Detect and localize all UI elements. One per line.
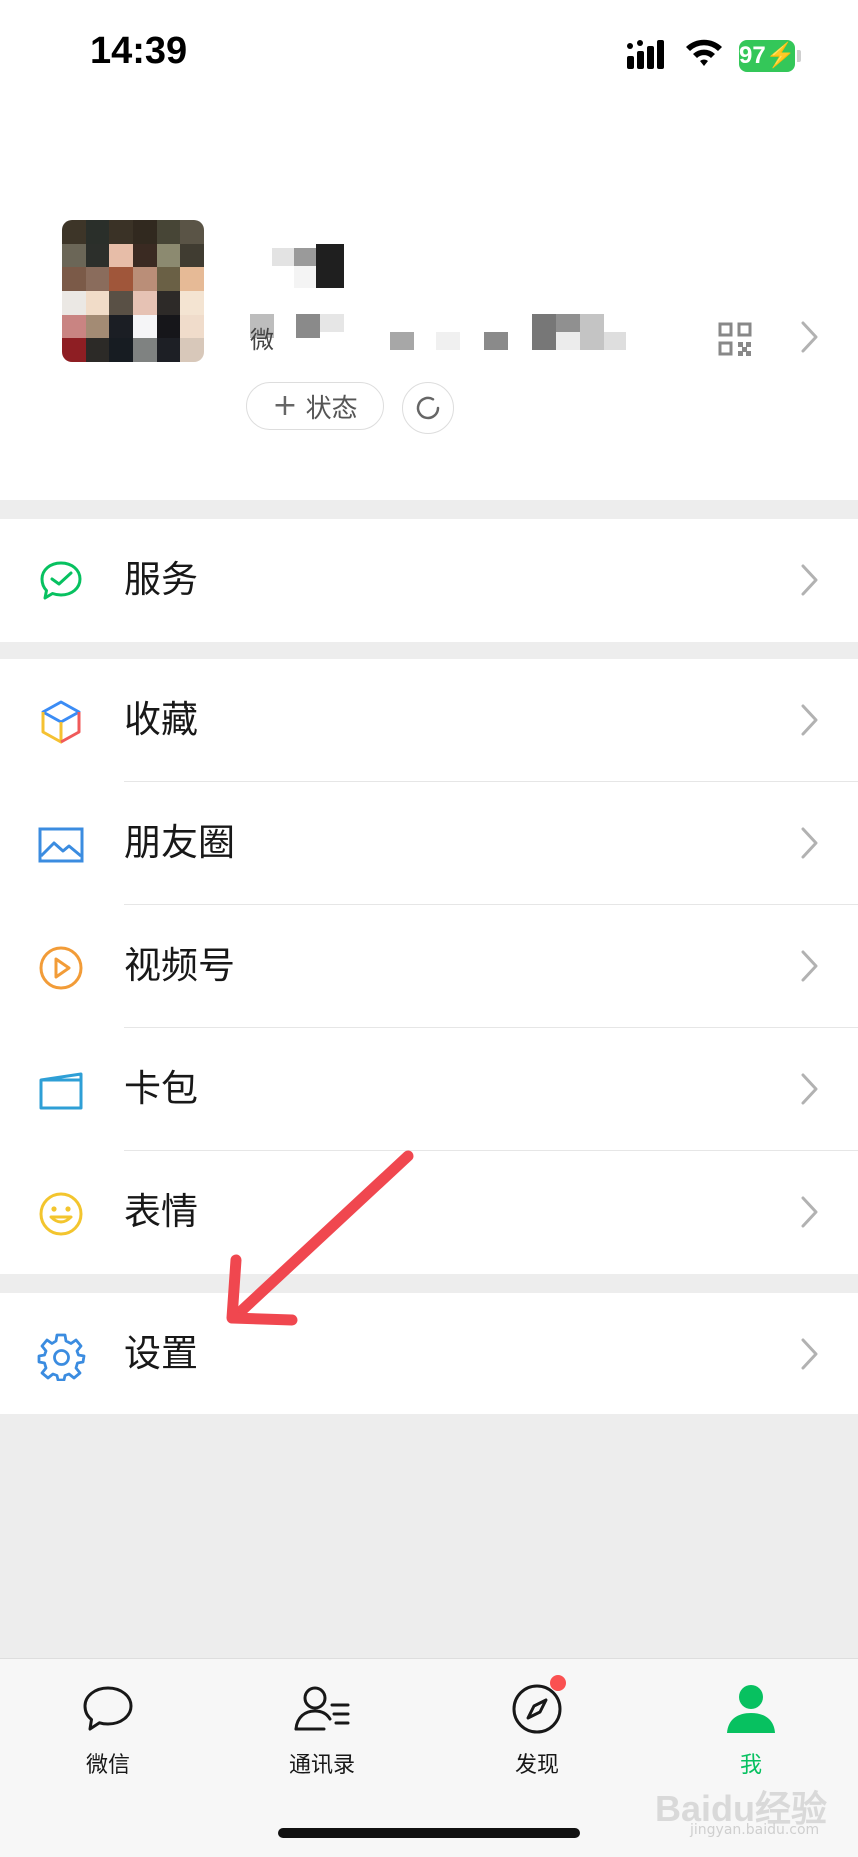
menu-label-stickers: 表情 [124,1190,198,1233]
menu-group-main: 收藏 朋友圈 视频号 卡包 表情 [0,659,858,1274]
contacts-icon [294,1686,350,1731]
chevron-right-icon [801,564,818,596]
qr-code-icon[interactable] [718,322,752,356]
tab-label-chats: 微信 [85,1753,130,1778]
menu-item-moments[interactable]: 朋友圈 [0,782,858,905]
menu-label-favorites: 收藏 [124,698,198,741]
profile-header[interactable]: 微 + 状态 [0,110,858,500]
channels-play-icon [39,946,83,990]
menu-item-service[interactable]: 服务 [0,519,858,642]
battery-tip [797,50,801,62]
battery-indicator: 97⚡ [739,40,796,72]
menu-label-moments: 朋友圈 [124,821,235,864]
menu-label-service: 服务 [124,558,198,601]
menu-label-cards: 卡包 [124,1067,198,1110]
menu-item-stickers[interactable]: 表情 [0,1151,858,1274]
refresh-ring-icon [416,396,440,420]
add-status-button[interactable]: + 状态 [246,382,384,430]
status-circle-button[interactable] [402,382,454,434]
avatar[interactable] [62,220,204,362]
menu-group-settings: 设置 [0,1293,858,1414]
tab-label-me: 我 [739,1753,762,1778]
home-indicator[interactable] [278,1828,580,1838]
tab-label-contacts: 通讯录 [288,1753,355,1778]
chevron-right-icon [801,321,818,353]
menu-item-settings[interactable]: 设置 [0,1293,858,1414]
menu-item-cards[interactable]: 卡包 [0,1028,858,1151]
card-wallet-icon [39,1072,83,1110]
gear-icon [37,1333,86,1381]
wifi-icon [686,39,722,66]
wechat-id-redacted [250,314,626,350]
wechat-id-prefix: 微 [250,326,274,354]
chevron-right-icon [801,950,818,982]
service-icon [40,561,82,600]
tab-me[interactable]: 我 [681,1681,821,1779]
tab-contacts[interactable]: 通讯录 [252,1681,392,1779]
chevron-right-icon [801,1338,818,1370]
chevron-right-icon [801,704,818,736]
nickname-redacted [272,244,344,288]
tab-label-discover: 发现 [514,1753,559,1778]
menu-label-settings: 设置 [124,1332,198,1375]
tab-chats[interactable]: 微信 [38,1681,178,1779]
cellular-signal-icon [627,40,664,69]
tab-discover[interactable]: 发现 [467,1675,607,1779]
menu-item-favorites[interactable]: 收藏 [0,659,858,782]
charging-bolt-icon: ⚡ [765,42,796,69]
menu-item-channels[interactable]: 视频号 [0,905,858,1028]
notification-dot [550,1675,566,1691]
clock: 14:39 [90,30,188,72]
battery-level: 97 [739,42,766,69]
status-label: 状态 [305,393,358,424]
menu-label-channels: 视频号 [124,944,235,987]
chat-bubble-icon [83,1686,133,1731]
status-bar: 14:39 97⚡ [0,0,858,110]
favorites-cube-icon [41,700,81,744]
plus-icon: + [272,388,298,423]
menu-group-service: 服务 [0,519,858,642]
moments-image-icon [38,827,84,863]
chevron-right-icon [801,827,818,859]
chevron-right-icon [801,1196,818,1228]
chevron-right-icon [801,1073,818,1105]
smiley-icon [39,1192,83,1236]
watermark-url: jingyan.baidu.com [690,1822,820,1838]
person-filled-icon [727,1685,775,1733]
